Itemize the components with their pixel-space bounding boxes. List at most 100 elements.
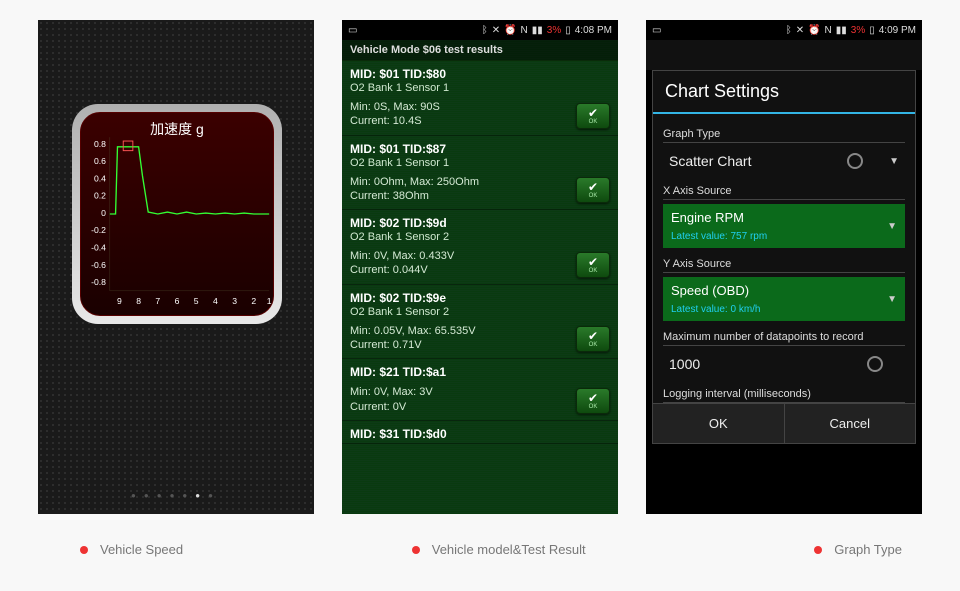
svg-text:2: 2 [251,296,256,306]
test-current: Current: 0.044V [350,263,610,277]
clock: 4:09 PM [879,25,916,36]
test-sensor: O2 Bank 1 Sensor 2 [350,231,610,243]
check-icon: ✔ [588,330,598,342]
graph-type-label: Graph Type [663,128,905,140]
y-axis-value: Speed (OBD) [671,283,761,298]
nfc-icon: N [825,25,832,36]
svg-text:4: 4 [213,296,218,306]
test-minmax: Min: 0V, Max: 3V [350,385,610,399]
radio-icon [867,356,883,372]
ok-badge[interactable]: ✔ OK [576,326,610,352]
test-current: Current: 0V [350,400,610,414]
bullet-icon [80,546,88,554]
svg-text:8: 8 [136,296,141,306]
svg-text:6: 6 [175,296,180,306]
bluetooth-icon: ᛒ [482,25,488,36]
signal-icon: ▮▮ [836,25,847,36]
max-datapoints-label: Maximum number of datapoints to record [663,331,905,343]
svg-text:0.2: 0.2 [94,191,106,201]
test-minmax: Min: 0.05V, Max: 65.535V [350,324,610,338]
clock: 4:08 PM [575,25,612,36]
x-axis-label: X Axis Source [663,185,905,197]
test-current: Current: 10.4S [350,114,610,128]
caption-text: Graph Type [834,542,902,557]
graph-type-select[interactable]: Scatter Chart ▼ [663,143,905,179]
chevron-down-icon: ▼ [887,221,897,232]
captions-row: Vehicle Speed Vehicle model&Test Result … [0,514,960,557]
alarm-icon: ⏰ [808,25,820,36]
list-header: Vehicle Mode $06 test results [342,40,618,61]
status-bar: ▭ ᛒ ✕ ⏰ N ▮▮ 3% ▯ 4:09 PM [646,20,922,40]
ok-badge[interactable]: ✔ OK [576,252,610,278]
y-axis-hint: Latest value: 0 km/h [671,304,761,315]
logging-interval-label: Logging interval (milliseconds) [663,388,905,400]
battery-percent: 3% [851,25,865,36]
svg-text:0.8: 0.8 [94,139,106,149]
test-current: Current: 0.71V [350,338,610,352]
chart-settings-dialog: Chart Settings Graph Type Scatter Chart … [652,70,916,444]
bullet-icon [814,546,822,554]
caption-1: Vehicle Speed [80,542,183,557]
test-row[interactable]: MID: $01 TID:$87 O2 Bank 1 Sensor 1 Min:… [342,136,618,211]
ok-badge[interactable]: ✔ OK [576,103,610,129]
nfc-icon: N [521,25,528,36]
test-results-screen: Vehicle Mode $06 test results MID: $01 T… [342,40,618,514]
svg-text:5: 5 [194,296,199,306]
test-mid: MID: $31 TID:$d0 [350,427,610,441]
cancel-button[interactable]: Cancel [785,404,916,443]
test-minmax: Min: 0V, Max: 0.433V [350,249,610,263]
check-icon: ✔ [588,181,598,193]
chevron-down-icon: ▼ [889,156,899,167]
x-axis-value: Engine RPM [671,210,767,225]
test-minmax: Min: 0S, Max: 90S [350,100,610,114]
test-sensor: O2 Bank 1 Sensor 1 [350,82,610,94]
ok-label: OK [589,193,598,199]
caption-2: Vehicle model&Test Result [412,542,586,557]
ok-label: OK [589,268,598,274]
ok-label: OK [589,404,598,410]
caption-3: Graph Type [814,542,902,557]
test-row[interactable]: MID: $31 TID:$d0 [342,421,618,444]
caption-text: Vehicle model&Test Result [432,542,586,557]
chevron-down-icon: ▼ [887,294,897,305]
x-axis-select[interactable]: Engine RPM Latest value: 757 rpm ▼ [663,204,905,248]
silent-icon: ✕ [796,25,804,36]
page-indicator: ●●●●●●● [38,491,314,500]
alarm-icon: ⏰ [504,25,516,36]
svg-text:0.6: 0.6 [94,156,106,166]
phone-vehicle-speed: 加速度 g 0.8 0.6 0.4 0.2 0 [38,20,314,514]
ok-badge[interactable]: ✔ OK [576,177,610,203]
obd-icon: ▭ [348,25,357,36]
battery-icon: ▯ [869,25,875,36]
phone-chart-settings: ▭ ᛒ ✕ ⏰ N ▮▮ 3% ▯ 4:09 PM Chart Settings… [646,20,922,514]
test-mid: MID: $21 TID:$a1 [350,365,610,379]
test-current: Current: 38Ohm [350,189,610,203]
test-row[interactable]: MID: $02 TID:$9d O2 Bank 1 Sensor 2 Min:… [342,210,618,285]
caption-text: Vehicle Speed [100,542,183,557]
max-datapoints-value: 1000 [669,356,700,372]
settings-screen: Chart Settings Graph Type Scatter Chart … [646,70,922,514]
bluetooth-icon: ᛒ [786,25,792,36]
svg-text:7: 7 [155,296,160,306]
y-axis-label: Y Axis Source [663,258,905,270]
bullet-icon [412,546,420,554]
max-datapoints-input[interactable]: 1000 [663,346,905,382]
svg-text:9: 9 [117,296,122,306]
test-mid: MID: $02 TID:$9e [350,291,610,305]
test-sensor: O2 Bank 1 Sensor 1 [350,157,610,169]
acceleration-gauge: 加速度 g 0.8 0.6 0.4 0.2 0 [72,104,282,324]
check-icon: ✔ [588,392,598,404]
separator [663,272,905,273]
ok-label: OK [589,342,598,348]
test-row[interactable]: MID: $21 TID:$a1 Min: 0V, Max: 3V Curren… [342,359,618,421]
y-axis-select[interactable]: Speed (OBD) Latest value: 0 km/h ▼ [663,277,905,321]
dialog-buttons: OK Cancel [653,403,915,443]
test-row[interactable]: MID: $01 TID:$80 O2 Bank 1 Sensor 1 Min:… [342,61,618,136]
phone-test-results: ▭ ᛒ ✕ ⏰ N ▮▮ 3% ▯ 4:08 PM Vehicle Mode $… [342,20,618,514]
svg-text:3: 3 [232,296,237,306]
ok-badge[interactable]: ✔ OK [576,388,610,414]
test-minmax: Min: 0Ohm, Max: 250Ohm [350,175,610,189]
ok-button[interactable]: OK [653,404,785,443]
battery-icon: ▯ [565,25,571,36]
test-row[interactable]: MID: $02 TID:$9e O2 Bank 1 Sensor 2 Min:… [342,285,618,360]
